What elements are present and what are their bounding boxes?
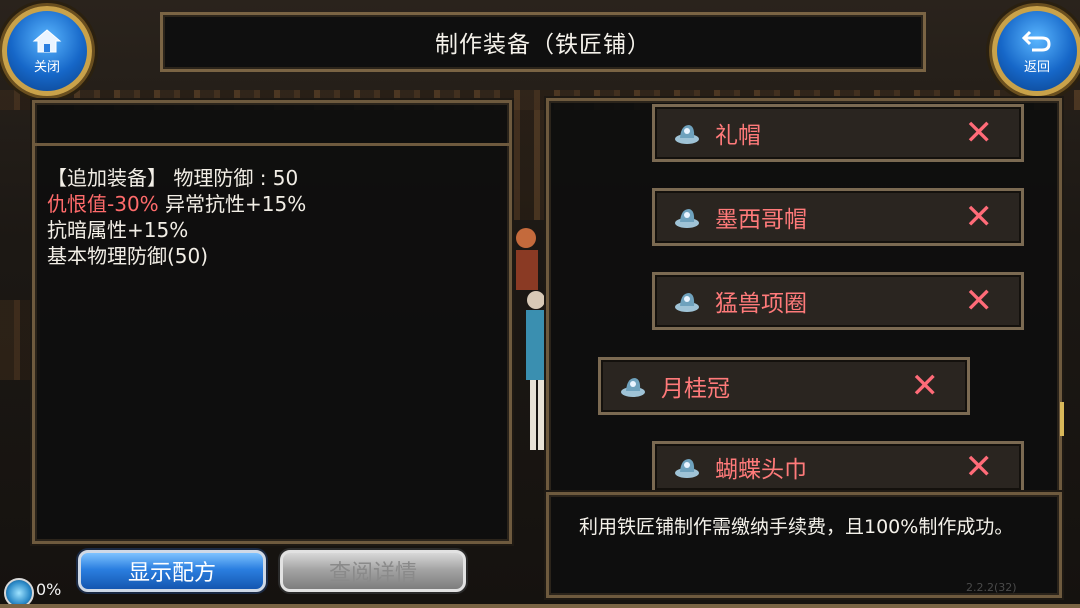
recipe-name: 蝴蝶头巾 bbox=[715, 457, 807, 483]
unavailable-x-icon: ✕ bbox=[964, 447, 994, 487]
close-button-label: 关闭 bbox=[33, 59, 60, 75]
hat-icon bbox=[675, 125, 699, 144]
stat-line-4: 基本物理防御(50) bbox=[47, 244, 209, 268]
stat-resist-value: 异常抗性+15% bbox=[158, 192, 307, 216]
return-arrow-icon bbox=[1022, 30, 1051, 51]
character-figure bbox=[516, 228, 548, 450]
hat-icon bbox=[675, 459, 699, 478]
recipe-name: 礼帽 bbox=[715, 123, 761, 149]
unavailable-x-icon: ✕ bbox=[964, 113, 994, 153]
stat-line-3: 抗暗属性+15% bbox=[47, 218, 189, 242]
back-button-label: 返回 bbox=[1023, 59, 1050, 75]
recipe-name: 墨西哥帽 bbox=[715, 207, 807, 233]
unavailable-x-icon: ✕ bbox=[964, 281, 994, 321]
home-icon bbox=[32, 28, 62, 52]
recipe-item[interactable]: 礼帽 ✕ bbox=[652, 104, 1024, 162]
unavailable-x-icon: ✕ bbox=[964, 197, 994, 237]
recipe-name: 猛兽项圈 bbox=[715, 291, 807, 317]
title-bar: 制作装备（铁匠铺） bbox=[160, 12, 926, 72]
stat-line-2: 仇恨值-30% 异常抗性+15% bbox=[47, 191, 306, 217]
hat-icon bbox=[675, 209, 699, 228]
stat-line-1: 【追加装备】 物理防御 : 50 bbox=[47, 166, 299, 190]
recipe-item[interactable]: 墨西哥帽 ✕ bbox=[652, 188, 1024, 246]
page-title: 制作装备（铁匠铺） bbox=[435, 32, 651, 58]
recipe-name: 月桂冠 bbox=[661, 376, 730, 402]
item-stats: 【追加装备】 物理防御 : 50 仇恨值-30% 异常抗性+15% 抗暗属性+1… bbox=[47, 165, 306, 269]
item-name-strip bbox=[35, 103, 509, 146]
recipe-item[interactable]: 猛兽项圈 ✕ bbox=[652, 272, 1024, 330]
hat-icon bbox=[621, 378, 645, 397]
unavailable-x-icon: ✕ bbox=[910, 366, 940, 406]
bottom-frame bbox=[0, 604, 1080, 608]
recipe-item[interactable]: 蝴蝶头巾 ✕ bbox=[652, 441, 1024, 493]
item-stats-panel: 【追加装备】 物理防御 : 50 仇恨值-30% 异常抗性+15% 抗暗属性+1… bbox=[32, 100, 512, 544]
view-details-button[interactable]: 查阅详情 bbox=[280, 550, 466, 592]
version-label: 2.2.2(32) bbox=[966, 581, 1017, 594]
recipe-list-scrollbar[interactable] bbox=[1060, 402, 1064, 436]
close-button[interactable]: 关闭 bbox=[2, 6, 92, 96]
stat-hate-value: 仇恨值-30% bbox=[47, 192, 159, 216]
description-text: 利用铁匠铺制作需缴纳手续费，且100%制作成功。 bbox=[579, 516, 1014, 538]
hat-icon bbox=[675, 293, 699, 312]
back-button[interactable]: 返回 bbox=[992, 6, 1080, 96]
show-recipe-button[interactable]: 显示配方 bbox=[78, 550, 266, 592]
load-percent: 0% bbox=[36, 580, 62, 599]
recipe-item-selected[interactable]: 月桂冠 ✕ bbox=[598, 357, 970, 415]
